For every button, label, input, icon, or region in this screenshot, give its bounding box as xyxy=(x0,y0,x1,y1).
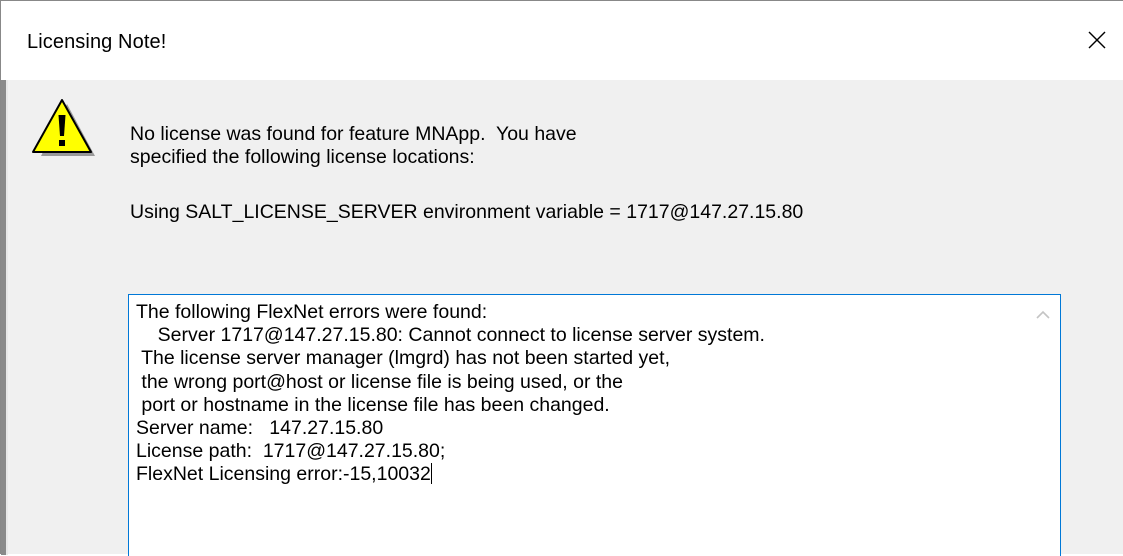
warning-icon xyxy=(32,99,95,156)
message-license-location: Using SALT_LICENSE_SERVER environment va… xyxy=(130,201,804,223)
error-line: License path: 1717@147.27.15.80; xyxy=(136,440,446,463)
text-caret xyxy=(430,463,432,485)
error-line: Server name: 147.27.15.80 xyxy=(136,417,384,440)
message-line-2: specified the following license location… xyxy=(130,146,475,168)
error-line: The following FlexNet errors were found: xyxy=(136,301,488,323)
error-line: the wrong port@host or license file is b… xyxy=(136,370,623,393)
close-button[interactable] xyxy=(1074,17,1120,63)
error-line: port or hostname in the license file has… xyxy=(136,393,610,416)
close-icon xyxy=(1088,31,1106,49)
error-details-textbox[interactable]: The following FlexNet errors were found:… xyxy=(128,294,1061,556)
error-details-text[interactable]: The following FlexNet errors were found:… xyxy=(136,301,765,487)
error-line: The license server manager (lmgrd) has n… xyxy=(136,347,670,370)
licensing-dialog: Licensing Note! No license was found for… xyxy=(0,0,1123,556)
title-bar: Licensing Note! xyxy=(1,1,1123,80)
chevron-up-icon[interactable] xyxy=(1034,307,1052,323)
message-line-1: No license was found for feature MNApp. … xyxy=(130,123,577,145)
dialog-title: Licensing Note! xyxy=(27,31,167,53)
window-left-border-highlight xyxy=(6,80,8,555)
error-line: FlexNet Licensing error:-15,10032 xyxy=(136,463,431,486)
error-line: Server 1717@147.27.15.80: Cannot connect… xyxy=(136,324,765,347)
